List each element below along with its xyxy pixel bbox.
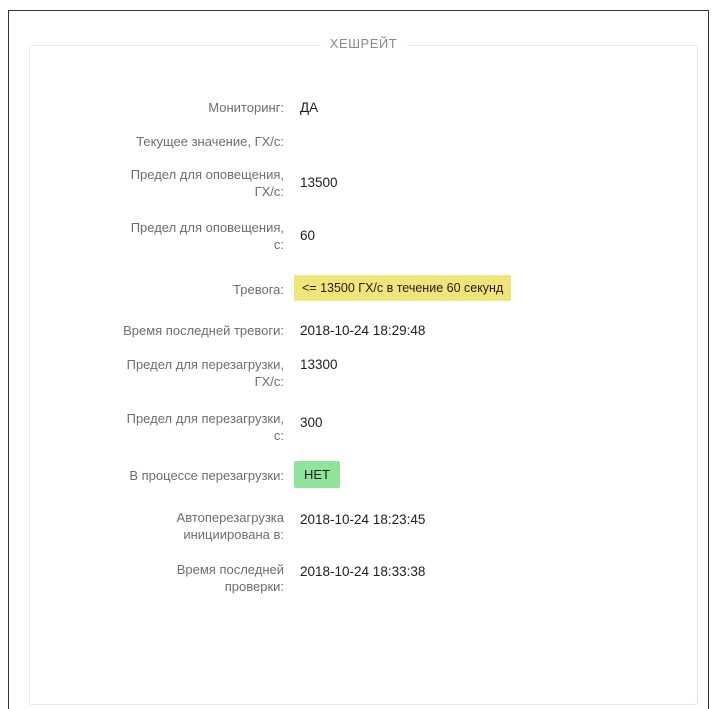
reboot-limit-ghs-label-line1: Предел для перезагрузки,: [126, 357, 284, 372]
reboot-limit-ghs-value: 13300: [300, 357, 338, 372]
autoreboot-value: 2018-10-24 18:23:45: [300, 512, 426, 527]
rebooting-label: В процессе перезагрузки:: [129, 468, 284, 483]
monitoring-value: ДА: [300, 100, 319, 115]
alert-limit-ghs-label-line1: Предел для оповещения,: [130, 167, 284, 182]
alert-limit-s-label: Предел для оповещения, с:: [44, 219, 284, 253]
alert-limit-ghs-value: 13500: [300, 175, 338, 190]
alert-limit-ghs-label-line2: ГХ/с:: [254, 184, 284, 199]
alarm-badge: <= 13500 ГХ/с в течение 60 секунд: [294, 275, 512, 301]
current-value-label: Текущее значение, ГХ/с:: [136, 134, 284, 149]
last-check-label-line1: Время последней: [176, 562, 284, 577]
window-frame: ХЕШРЕЙТ Мониторинг: ДА Текущее значение,…: [8, 10, 709, 709]
reboot-limit-s-value: 300: [300, 415, 323, 430]
reboot-limit-s-label-line2: с:: [273, 428, 284, 443]
alert-limit-ghs-label: Предел для оповещения, ГХ/с:: [44, 166, 284, 200]
monitoring-label: Мониторинг:: [208, 100, 284, 115]
autoreboot-label-line2: инициирована в:: [183, 527, 284, 542]
autoreboot-label: Автоперезагрузка инициирована в:: [44, 509, 284, 543]
autoreboot-label-line1: Автоперезагрузка: [176, 510, 284, 525]
reboot-limit-s-label-line1: Предел для перезагрузки,: [126, 411, 284, 426]
hashrate-panel: ХЕШРЕЙТ Мониторинг: ДА Текущее значение,…: [29, 36, 698, 705]
reboot-limit-ghs-label-line2: ГХ/с:: [254, 374, 284, 389]
last-check-label-line2: проверки:: [224, 579, 284, 594]
rebooting-status-badge: НЕТ: [294, 461, 340, 488]
reboot-limit-s-label: Предел для перезагрузки, с:: [44, 410, 284, 444]
alert-limit-s-value: 60: [300, 228, 316, 243]
panel-title: ХЕШРЕЙТ: [319, 36, 408, 51]
last-check-value: 2018-10-24 18:33:38: [300, 564, 426, 579]
last-alarm-value: 2018-10-24 18:29:48: [300, 323, 426, 338]
alarm-label: Тревога:: [233, 282, 284, 297]
last-check-label: Время последней проверки:: [44, 561, 284, 595]
alert-limit-s-label-line1: Предел для оповещения,: [130, 220, 284, 235]
reboot-limit-ghs-label: Предел для перезагрузки, ГХ/с:: [44, 356, 284, 390]
alert-limit-s-label-line2: с:: [273, 237, 284, 252]
last-alarm-label: Время последней тревоги:: [123, 323, 284, 338]
